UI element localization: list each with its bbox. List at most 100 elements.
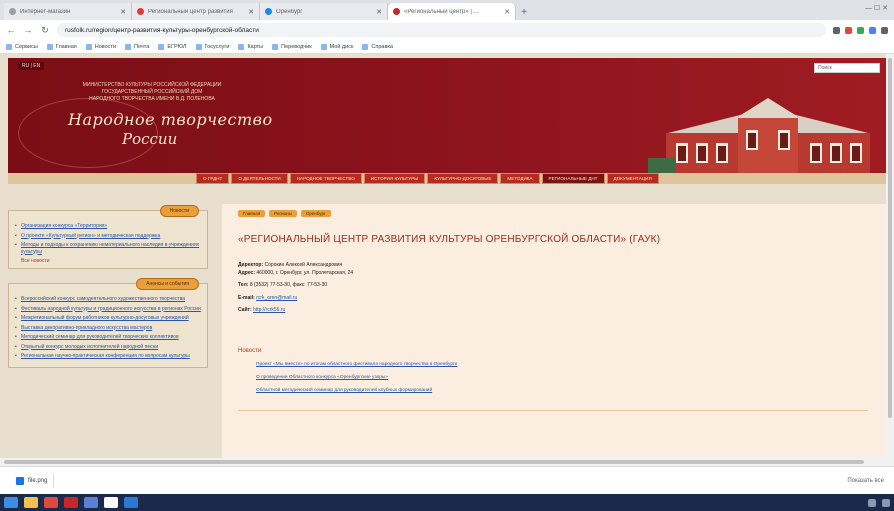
list-item[interactable]: Открытый конкурс молодых исполнителей на… [15, 344, 201, 351]
email-link[interactable]: rcrk_oren@mail.ru [256, 295, 297, 301]
nav-item[interactable]: МЕТОДИКА [500, 173, 540, 184]
nav-item[interactable]: О ГРДНТ [196, 173, 230, 184]
scrollbar-thumb[interactable] [4, 460, 864, 464]
sidebar-events-button[interactable]: Анонсы и события [136, 278, 199, 290]
nav-item[interactable]: ИСТОРИЯ КУЛЬТУРЫ [363, 173, 426, 184]
forward-button[interactable]: → [23, 25, 33, 35]
breadcrumb-item[interactable]: Регионы [269, 210, 297, 217]
bookmark-item[interactable]: Главная [46, 43, 77, 50]
site-logo-sub[interactable]: России [122, 130, 177, 148]
bookmark-item[interactable]: Мой диск [320, 43, 353, 50]
list-item[interactable]: Методический семинар для руководителей т… [15, 334, 201, 341]
nav-item[interactable]: НАРОДНОЕ ТВОРЧЕСТВО [289, 173, 362, 184]
list-item[interactable]: Всероссийский конкурс самодеятельного ху… [15, 296, 201, 303]
network-icon[interactable] [868, 498, 876, 507]
site-search-input[interactable]: Поиск [814, 63, 880, 73]
start-icon[interactable] [4, 497, 18, 508]
system-tray [868, 498, 890, 507]
language-switch[interactable]: RU | EN [18, 62, 45, 70]
bookmark-item[interactable]: Госуслуги [195, 43, 229, 50]
list-item[interactable]: О проекте «Культурный регион» и методиче… [15, 233, 201, 240]
web-page: RU | EN Поиск МИНИСТЕРСТВО КУЛЬТУРЫ РОСС… [0, 54, 894, 466]
download-item[interactable]: file.png [10, 473, 55, 488]
browser-tab-bar: Интернет-магазин ✕ Региональный центр раз… [0, 0, 894, 20]
sidebar-news-button[interactable]: Новости [159, 205, 199, 217]
list-item[interactable]: Выставка декоративно-прикладного искусст… [15, 325, 201, 332]
close-icon[interactable]: ✕ [376, 8, 382, 16]
favicon-icon [393, 8, 400, 15]
nav-item[interactable]: КУЛЬТУРНО-ДОСУГОВЫЕ [427, 173, 499, 184]
bookmark-icon [85, 43, 92, 50]
news-list: Проект «Мы вместе» по итогам областного … [256, 362, 457, 401]
app-icon[interactable] [84, 497, 98, 508]
extension-icon[interactable] [845, 26, 852, 34]
app-icon[interactable] [64, 497, 78, 508]
bookmark-item[interactable]: Переводчик [272, 43, 312, 50]
list-item[interactable]: Межрегиональный форум работников культур… [15, 315, 201, 322]
site-logo[interactable]: Народное творчество [68, 110, 273, 129]
nav-item[interactable]: О ДЕЯТЕЛЬНОСТИ [231, 173, 288, 184]
bookmark-item[interactable]: Справка [362, 43, 393, 50]
close-icon[interactable]: ✕ [120, 8, 126, 16]
chrome-icon[interactable] [44, 497, 58, 508]
bookmark-icon [158, 43, 165, 50]
site-link[interactable]: http://rcrk56.ru [253, 307, 285, 313]
address-label: Адрес: [238, 269, 255, 276]
list-item[interactable]: Методы и подходы к сохранению нематериал… [15, 242, 201, 255]
bookmarks-bar: Сервисы Главная Новости Почта ЕГРЮЛ Госу… [0, 40, 894, 54]
favicon-icon [265, 8, 272, 15]
extension-icon[interactable] [869, 26, 876, 34]
building-illustration [618, 98, 878, 180]
address-text: rusfolk.ru/region/центр-развития-культур… [65, 26, 259, 34]
breadcrumb-item[interactable]: Главная [238, 210, 266, 217]
list-item[interactable]: Организация конкурса «Территория» [15, 223, 201, 230]
browser-tab[interactable]: Оренбург ✕ [260, 3, 388, 20]
site-header: RU | EN Поиск МИНИСТЕРСТВО КУЛЬТУРЫ РОСС… [8, 58, 886, 180]
nav-item[interactable]: ДОКУМЕНТАЦИЯ [606, 173, 659, 184]
reload-button[interactable]: ↻ [40, 25, 50, 36]
new-tab-button[interactable]: + [516, 4, 532, 20]
browser-tab[interactable]: Интернет-магазин ✕ [4, 3, 132, 20]
os-taskbar [0, 494, 894, 511]
back-button[interactable]: ← [6, 25, 16, 35]
list-item[interactable]: Фестиваль народной культуры и традиционн… [15, 306, 201, 313]
star-icon[interactable] [833, 26, 840, 34]
main-nav: О ГРДНТ О ДЕЯТЕЛЬНОСТИ НАРОДНОЕ ТВОРЧЕСТ… [8, 173, 886, 184]
address-bar[interactable]: rusfolk.ru/region/центр-развития-культур… [57, 23, 826, 37]
news-link[interactable]: О проведении Областного конкурса «Оренбу… [256, 375, 457, 380]
folder-icon[interactable] [24, 497, 38, 508]
page-title: «РЕГИОНАЛЬНЫЙ ЦЕНТР РАЗВИТИЯ КУЛЬТУРЫ ОР… [238, 234, 661, 245]
bookmark-item[interactable]: Новости [85, 43, 116, 50]
window-controls[interactable]: — ☐ ✕ [865, 4, 888, 12]
bookmark-icon [272, 43, 279, 50]
bookmark-item[interactable]: Почта [125, 43, 149, 50]
show-all-downloads-button[interactable]: Показать все [847, 478, 884, 484]
director-value: Сорокин Алексей Александрович [264, 262, 343, 268]
scrollbar-thumb[interactable] [888, 58, 892, 418]
close-icon[interactable]: ✕ [248, 8, 254, 16]
bookmark-item[interactable]: Карты [238, 43, 263, 50]
horizontal-scrollbar[interactable] [0, 458, 886, 466]
bookmark-item[interactable]: ЕГРЮЛ [158, 43, 187, 50]
list-item[interactable]: Региональная научно-практическая конфере… [15, 353, 201, 360]
breadcrumb-item[interactable]: Оренбург [300, 210, 331, 217]
director-label: Директор: [238, 262, 264, 268]
menu-icon[interactable] [881, 26, 888, 34]
close-icon[interactable]: ✕ [504, 8, 510, 16]
vertical-scrollbar[interactable] [886, 54, 894, 466]
news-heading: Новости [238, 348, 262, 354]
site-label: Сайт: [238, 307, 252, 313]
news-link[interactable]: Областной методический семинар для руков… [256, 388, 457, 393]
app-icon[interactable] [124, 497, 138, 508]
nav-item-selected[interactable]: РЕГИОНАЛЬНЫЕ ДНТ [541, 173, 605, 184]
app-icon[interactable] [104, 497, 118, 508]
all-news-link[interactable]: Все новости [21, 258, 201, 264]
bookmark-icon [238, 43, 245, 50]
bookmark-item[interactable]: Сервисы [6, 43, 38, 50]
organization-info: Директор: Сорокин Алексей Александрович … [238, 262, 353, 315]
news-link[interactable]: Проект «Мы вместе» по итогам областного … [256, 362, 457, 367]
extension-icon[interactable] [857, 26, 864, 34]
volume-icon[interactable] [882, 498, 890, 507]
browser-tab[interactable]: Региональный центр развития ✕ [132, 3, 260, 20]
browser-tab-active[interactable]: «Региональный центр» | ... ✕ [388, 3, 516, 20]
